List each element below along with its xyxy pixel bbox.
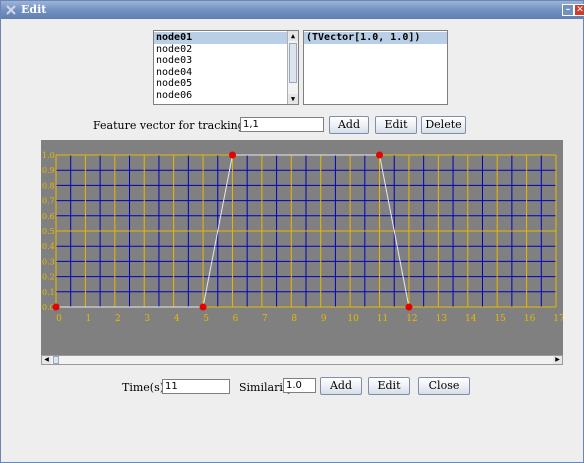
x-tick-label: 15 xyxy=(494,314,506,324)
x-tick-label: 1 xyxy=(86,314,92,324)
x-tick-label: 5 xyxy=(203,314,209,324)
time-edit-button[interactable]: Edit xyxy=(368,377,410,395)
list-item[interactable]: node06 xyxy=(154,90,288,102)
title-bar[interactable]: Edit – ✕ xyxy=(1,1,584,19)
edit-dialog: Edit – ✕ node01 node02 node03 node04 node05 n… xyxy=(0,0,584,463)
x-tick-label: 11 xyxy=(377,314,388,324)
x-tick-label: 8 xyxy=(291,314,297,324)
scroll-thumb[interactable] xyxy=(289,43,297,83)
list-item[interactable]: node02 xyxy=(154,44,288,56)
time-input[interactable]: 11 xyxy=(162,379,230,394)
chart-scroll-thumb[interactable] xyxy=(53,356,59,364)
x-tick-label: 3 xyxy=(144,314,150,324)
list-item[interactable]: (TVector[1.0, 1.0]) xyxy=(304,32,447,44)
similarity-input[interactable]: 1.0 xyxy=(283,378,316,393)
minimize-button[interactable]: – xyxy=(562,4,574,16)
y-tick-label: 0.4 xyxy=(42,242,55,251)
data-point[interactable] xyxy=(405,303,413,311)
window-title: Edit xyxy=(21,3,47,16)
y-tick-label: 0.8 xyxy=(42,181,55,190)
list-item[interactable]: node05 xyxy=(154,78,288,90)
x-tick-label: 2 xyxy=(115,314,121,324)
vector-list[interactable]: (TVector[1.0, 1.0]) xyxy=(303,30,448,105)
y-tick-label: 0.6 xyxy=(42,212,55,221)
x-tick-label: 9 xyxy=(321,314,327,324)
x-tick-label: 4 xyxy=(174,314,180,324)
scroll-left-icon[interactable]: ◀ xyxy=(42,356,51,364)
node-list[interactable]: node01 node02 node03 node04 node05 node06 ▲ ▼ xyxy=(153,30,299,105)
y-tick-label: 0.2 xyxy=(42,273,55,282)
x-tick-label: 16 xyxy=(524,314,536,324)
node-list-scrollbar[interactable]: ▲ ▼ xyxy=(287,31,298,104)
chart-svg[interactable]: 0.00.10.20.30.40.50.60.70.80.91.00 1 2 3 4 5 6… xyxy=(41,140,563,355)
time-label: Time(s) xyxy=(122,381,165,394)
feature-delete-button[interactable]: Delete xyxy=(421,116,466,134)
x-tick-label: 10 xyxy=(347,314,359,324)
y-tick-label: 0.5 xyxy=(42,227,55,236)
data-point[interactable] xyxy=(52,303,60,311)
x-tick-label: 14 xyxy=(465,314,477,324)
chart-scrollbar[interactable]: ◀ ▶ xyxy=(41,355,563,365)
x-tick-label: 13 xyxy=(436,314,448,324)
close-window-button[interactable]: ✕ xyxy=(574,4,584,16)
close-button[interactable]: Close xyxy=(418,377,470,395)
y-tick-label: 0.7 xyxy=(42,197,55,206)
data-point[interactable] xyxy=(376,151,384,159)
data-point[interactable] xyxy=(199,303,207,311)
timeline-chart[interactable]: 0.0 0.1 0.2 0.3 0.4 0.5 0.6 0.7 0.8 0.9 1.0 0 1 2 3 4 5 6… xyxy=(41,140,563,355)
list-item[interactable]: node01 xyxy=(154,32,288,44)
list-item[interactable]: node03 xyxy=(154,55,288,67)
list-item[interactable]: node04 xyxy=(154,67,288,79)
feature-add-button[interactable]: Add xyxy=(329,116,369,134)
x-tick-label: 7 xyxy=(262,314,268,324)
y-tick-label: 0.3 xyxy=(42,257,55,266)
scroll-up-icon[interactable]: ▲ xyxy=(288,31,298,41)
scroll-right-icon[interactable]: ▶ xyxy=(553,356,562,364)
x-tick-label: 17 xyxy=(553,314,563,324)
x-tick-label: 12 xyxy=(406,314,417,324)
feature-vector-input[interactable]: 1,1 xyxy=(240,117,324,132)
app-icon xyxy=(6,5,16,15)
data-point[interactable] xyxy=(228,151,236,159)
y-tick-label: 1.0 xyxy=(42,151,55,160)
time-add-button[interactable]: Add xyxy=(320,377,362,395)
close-icon: ✕ xyxy=(576,5,584,15)
minimize-icon: – xyxy=(565,5,571,15)
x-tick-label: 6 xyxy=(233,314,239,324)
scroll-down-icon[interactable]: ▼ xyxy=(288,94,298,104)
x-tick-label: 0 xyxy=(56,314,62,324)
y-tick-label: 0.9 xyxy=(42,166,55,175)
y-tick-label: 0.1 xyxy=(42,288,55,297)
feature-edit-button[interactable]: Edit xyxy=(375,116,417,134)
